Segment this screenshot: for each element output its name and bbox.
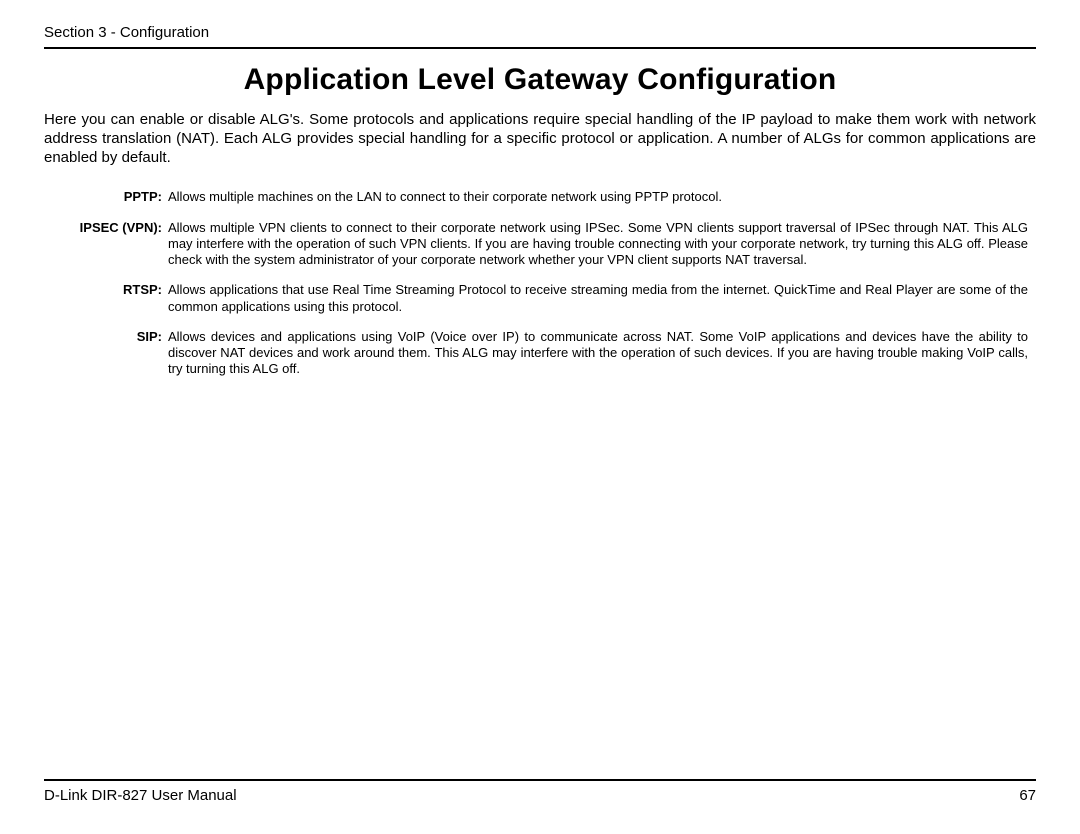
definition-label-sip: SIP: <box>74 329 168 378</box>
intro-paragraph: Here you can enable or disable ALG's. So… <box>44 111 1036 167</box>
definition-body-rtsp: Allows applications that use Real Time S… <box>168 282 1028 315</box>
definition-row: IPSEC (VPN): Allows multiple VPN clients… <box>74 220 1028 269</box>
footer-page-number: 67 <box>1019 787 1036 804</box>
definition-row: PPTP: Allows multiple machines on the LA… <box>74 189 1028 205</box>
definition-body-sip: Allows devices and applications using Vo… <box>168 329 1028 378</box>
definition-label-ipsec: IPSEC (VPN): <box>74 220 168 269</box>
definitions-list: PPTP: Allows multiple machines on the LA… <box>44 189 1036 377</box>
definition-body-pptp: Allows multiple machines on the LAN to c… <box>168 189 1028 205</box>
definition-label-rtsp: RTSP: <box>74 282 168 315</box>
section-label: Section 3 - Configuration <box>44 24 1036 41</box>
definition-row: RTSP: Allows applications that use Real … <box>74 282 1028 315</box>
page-footer: D-Link DIR-827 User Manual 67 <box>44 779 1036 804</box>
page-header: Section 3 - Configuration <box>44 24 1036 49</box>
definition-body-ipsec: Allows multiple VPN clients to connect t… <box>168 220 1028 269</box>
footer-manual-label: D-Link DIR-827 User Manual <box>44 787 237 804</box>
definition-row: SIP: Allows devices and applications usi… <box>74 329 1028 378</box>
page-title: Application Level Gateway Configuration <box>44 63 1036 97</box>
definition-label-pptp: PPTP: <box>74 189 168 205</box>
